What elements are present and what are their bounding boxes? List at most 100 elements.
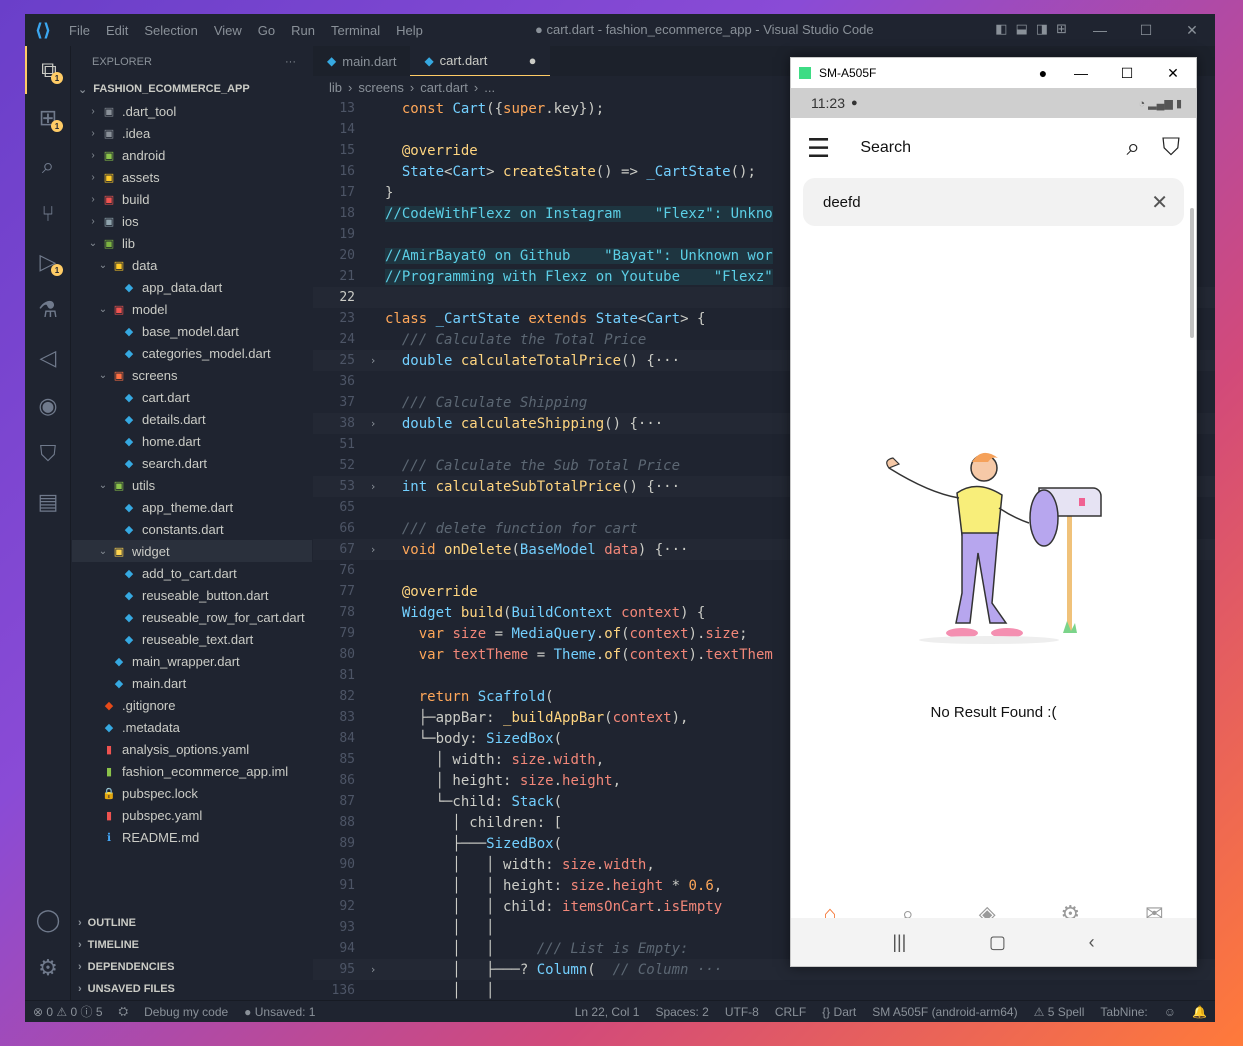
cursor-position[interactable]: Ln 22, Col 1 (567, 1005, 648, 1019)
tree-item[interactable]: ⌄ ▣ data (72, 254, 312, 276)
tree-item[interactable]: › ▣ .idea (72, 122, 312, 144)
shopping-bag-icon[interactable]: ⛉ (1162, 134, 1180, 162)
tree-item[interactable]: ⌄ ▣ screens (72, 364, 312, 386)
manage-gear-icon[interactable]: ⚙ (25, 944, 71, 992)
emulator-close-button[interactable]: ✕ (1150, 58, 1196, 88)
tree-item[interactable]: › ▣ android (72, 144, 312, 166)
tree-item[interactable]: ◆ add_to_cart.dart (72, 562, 312, 584)
tree-item[interactable]: ▮ pubspec.yaml (72, 804, 312, 826)
source-control-icon[interactable]: ⑂ (25, 190, 71, 238)
menu-item-view[interactable]: View (214, 23, 242, 38)
tree-item[interactable]: › ▣ assets (72, 166, 312, 188)
explorer-icon[interactable]: ⧉ 1 (25, 46, 71, 94)
tree-item[interactable]: ℹ README.md (72, 826, 312, 848)
fold-chevron-icon[interactable]: › (361, 543, 385, 556)
project-root[interactable]: ⌄ FASHION_ECOMMERCE_APP (72, 78, 312, 100)
search-icon[interactable]: ⌕ (25, 142, 71, 190)
tree-item[interactable]: ◆ search.dart (72, 452, 312, 474)
emulator-maximize-button[interactable]: ☐ (1104, 58, 1150, 88)
unsaved-status[interactable]: ● Unsaved: 1 (236, 1005, 323, 1019)
flutter-icon[interactable]: ◁ (25, 334, 71, 382)
eol-status[interactable]: CRLF (767, 1005, 814, 1019)
breadcrumb-item[interactable]: ... (484, 80, 495, 95)
feedback-icon[interactable]: ☺ (1156, 1005, 1184, 1019)
tree-item[interactable]: ◆ cart.dart (72, 386, 312, 408)
fold-chevron-icon[interactable]: › (361, 480, 385, 493)
run-debug-icon[interactable]: ▷ 1 (25, 238, 71, 286)
menu-item-terminal[interactable]: Terminal (331, 23, 380, 38)
search-field[interactable]: deefd ✕ (803, 178, 1184, 226)
menu-item-go[interactable]: Go (258, 23, 275, 38)
unsaved-dot-icon[interactable]: ● (529, 53, 537, 68)
tree-item[interactable]: ◆ reuseable_button.dart (72, 584, 312, 606)
breadcrumb-item[interactable]: screens (358, 80, 404, 95)
fold-chevron-icon[interactable]: › (361, 963, 385, 976)
tabnine-status[interactable]: TabNine: (1092, 1005, 1155, 1019)
tree-item[interactable]: ◆ app_theme.dart (72, 496, 312, 518)
encoding-status[interactable]: UTF-8 (717, 1005, 767, 1019)
section-outline[interactable]: › OUTLINE (72, 912, 312, 934)
tree-item[interactable]: ◆ main.dart (72, 672, 312, 694)
tree-item[interactable]: ◆ details.dart (72, 408, 312, 430)
menu-item-run[interactable]: Run (291, 23, 315, 38)
tree-item[interactable]: ⌄ ▣ widget (72, 540, 312, 562)
tree-item[interactable]: ◆ categories_model.dart (72, 342, 312, 364)
accounts-icon[interactable]: ◯ (25, 896, 71, 944)
extensions-icon[interactable]: ⊞ 1 (25, 94, 71, 142)
section-timeline[interactable]: › TIMELINE (72, 934, 312, 956)
tree-item[interactable]: ◆ base_model.dart (72, 320, 312, 342)
debug-icon[interactable]: ⛭ (111, 1004, 137, 1019)
emulator-minimize-button[interactable]: — (1058, 58, 1104, 88)
scrollbar[interactable] (1190, 208, 1194, 338)
spell-status[interactable]: ⚠ 5 Spell (1026, 1005, 1093, 1019)
tree-item[interactable]: 🔒 pubspec.lock (72, 782, 312, 804)
device-status[interactable]: SM A505F (android-arm64) (864, 1005, 1025, 1019)
tree-item[interactable]: ◆ home.dart (72, 430, 312, 452)
tree-item[interactable]: ◆ reuseable_row_for_cart.dart (72, 606, 312, 628)
breadcrumb-item[interactable]: cart.dart (420, 80, 468, 95)
tab-cart-dart[interactable]: ◆ cart.dart ● (410, 46, 551, 76)
menu-item-file[interactable]: File (69, 23, 90, 38)
menu-item-help[interactable]: Help (396, 23, 423, 38)
back-button[interactable]: ‹ (1089, 932, 1095, 953)
menu-icon[interactable]: ☰ (807, 133, 830, 164)
home-button[interactable]: ▢ (989, 932, 1006, 953)
tree-item[interactable]: › ▣ ios (72, 210, 312, 232)
fold-chevron-icon[interactable]: › (361, 354, 385, 367)
tree-item[interactable]: ⌄ ▣ utils (72, 474, 312, 496)
tree-item[interactable]: ◆ app_data.dart (72, 276, 312, 298)
github-icon[interactable]: ◉ (25, 382, 71, 430)
section-unsaved-files[interactable]: › UNSAVED FILES (72, 978, 312, 1000)
toggle-secondary-sidebar-icon[interactable]: ◨ (1036, 21, 1048, 37)
tree-item[interactable]: ⌄ ▣ model (72, 298, 312, 320)
customize-layout-icon[interactable]: ⊞ (1056, 21, 1067, 37)
chat-bubble-icon[interactable]: ● (1028, 58, 1058, 88)
notebook-icon[interactable]: ▤ (25, 478, 71, 526)
notifications-icon[interactable]: 🔔 (1184, 1005, 1215, 1019)
breadcrumb-item[interactable]: lib (329, 80, 342, 95)
tree-item[interactable]: › ▣ .dart_tool (72, 100, 312, 122)
tree-item[interactable]: ▮ fashion_ecommerce_app.iml (72, 760, 312, 782)
search-icon[interactable]: ⌕ (1127, 134, 1140, 162)
code-line[interactable]: 136 │ │ (313, 980, 1215, 1001)
recents-button[interactable]: ||| (892, 932, 906, 953)
tree-item[interactable]: ◆ constants.dart (72, 518, 312, 540)
language-status[interactable]: {} Dart (814, 1005, 864, 1019)
fold-chevron-icon[interactable]: › (361, 417, 385, 430)
tree-item[interactable]: ◆ .gitignore (72, 694, 312, 716)
tree-item[interactable]: ◆ .metadata (72, 716, 312, 738)
tree-item[interactable]: ◆ reuseable_text.dart (72, 628, 312, 650)
clear-icon[interactable]: ✕ (1151, 190, 1168, 215)
toggle-panel-icon[interactable]: ⬓ (1016, 21, 1028, 37)
tab-main-dart[interactable]: ◆ main.dart (313, 46, 410, 76)
tree-item[interactable]: › ▣ build (72, 188, 312, 210)
menu-item-selection[interactable]: Selection (144, 23, 197, 38)
menu-item-edit[interactable]: Edit (106, 23, 128, 38)
testing-icon[interactable]: ⚗ (25, 286, 71, 334)
section-dependencies[interactable]: › DEPENDENCIES (72, 956, 312, 978)
remote-explorer-icon[interactable]: ⛉ (25, 430, 71, 478)
minimize-button[interactable]: — (1077, 14, 1123, 46)
tree-item[interactable]: ◆ main_wrapper.dart (72, 650, 312, 672)
close-button[interactable]: ✕ (1169, 14, 1215, 46)
indent-status[interactable]: Spaces: 2 (647, 1005, 716, 1019)
